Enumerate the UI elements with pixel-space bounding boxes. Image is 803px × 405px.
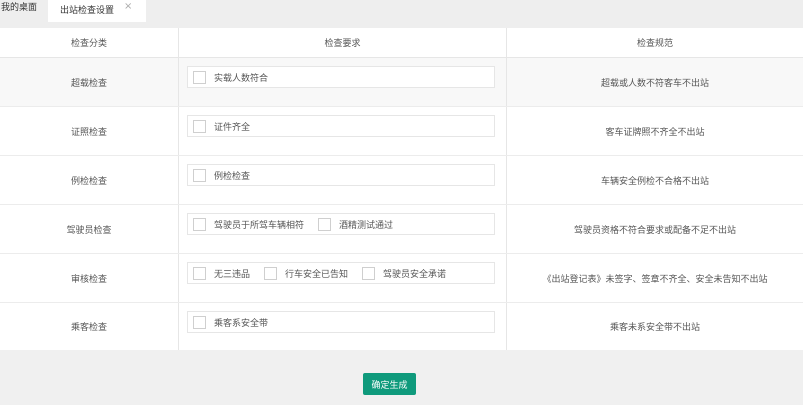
options-box: 实载人数符合 [187,66,495,88]
tab-outbound-check-settings[interactable]: 出站检查设置 × [48,0,146,22]
row-rule: 车辆安全例检不合格不出站 [600,176,709,187]
checkbox-label: 行车安全已告知 [285,269,349,280]
close-icon[interactable]: × [124,1,132,12]
header-requirements: 检查要求 [178,28,507,57]
confirm-generate-button[interactable]: 确定生成 [363,373,416,395]
options-box: 无三违品 行车安全已告知 驾驶员安全承诺 [187,262,495,284]
row-requirements: 乘客系安全带 [178,303,507,350]
checkbox-label: 酒精测试通过 [339,220,394,231]
options-box: 例检检查 [187,164,495,186]
row-category: 例检检查 [70,176,107,187]
checkbox[interactable] [362,266,376,280]
check-table: 检查分类 检查要求 检查规范 超载检查 实载人数符合 超载或人数不符客车不出站 … [0,28,803,350]
checkbox[interactable] [193,217,206,231]
row-category: 超载检查 [70,78,107,89]
checkbox-option[interactable]: 驾驶员于所驾车辆相符 [193,217,305,231]
tab-bar: 我的桌面 出站检查设置 × [0,0,803,28]
row-requirements: 实载人数符合 [178,58,507,106]
checkbox-option[interactable]: 例检检查 [193,168,251,182]
checkbox-label: 实载人数符合 [214,73,269,84]
row-rule: 超载或人数不符客车不出站 [600,78,709,89]
table-row: 驾驶员检查 驾驶员于所驾车辆相符 酒精测试通过 驾驶员资格不符合要求或配备不足不… [0,205,803,254]
checkbox[interactable] [193,119,206,133]
row-category: 审核检查 [70,274,107,285]
options-box: 乘客系安全带 [187,311,495,333]
tab-label: 出站检查设置 [60,6,115,16]
checkbox-label: 驾驶员于所驾车辆相符 [214,220,305,231]
checkbox-label: 证件齐全 [214,122,251,133]
row-requirements: 例检检查 [178,156,507,204]
table-row: 超载检查 实载人数符合 超载或人数不符客车不出站 [0,58,803,107]
row-rule: 客车证牌照不齐全不出站 [605,127,705,138]
checkbox[interactable] [193,266,206,280]
options-box: 驾驶员于所驾车辆相符 酒精测试通过 [187,213,495,235]
table-header: 检查分类 检查要求 检查规范 [0,28,803,58]
row-requirements: 证件齐全 [178,107,507,155]
header-category: 检查分类 [70,39,107,49]
checkbox[interactable] [193,70,206,84]
checkbox-option[interactable]: 无三违品 [193,266,251,280]
row-rule: 《出站登记表》未签字、签章不齐全、安全未告知不出站 [542,274,768,285]
tab-home[interactable]: 我的桌面 [0,0,37,18]
checkbox[interactable] [264,266,278,280]
checkbox-option[interactable]: 行车安全已告知 [264,266,349,280]
footer: 确定生成 [0,350,803,405]
checkbox-label: 例检检查 [214,171,251,182]
checkbox-label: 无三违品 [214,269,251,280]
checkbox-label: 乘客系安全带 [214,318,269,329]
header-rules: 检查规范 [636,39,673,49]
checkbox-label: 驾驶员安全承诺 [383,269,447,280]
table-row: 例检检查 例检检查 车辆安全例检不合格不出站 [0,156,803,205]
options-box: 证件齐全 [187,115,495,137]
checkbox[interactable] [318,217,332,231]
row-category: 驾驶员检查 [66,225,112,236]
checkbox-option[interactable]: 驾驶员安全承诺 [362,266,447,280]
row-category: 证照检查 [70,127,107,138]
row-rule: 乘客未系安全带不出站 [609,323,700,333]
row-rule: 驾驶员资格不符合要求或配备不足不出站 [573,225,736,236]
row-requirements: 无三违品 行车安全已告知 驾驶员安全承诺 [178,254,507,302]
checkbox[interactable] [193,315,206,329]
checkbox-option[interactable]: 证件齐全 [193,119,251,133]
checkbox-option[interactable]: 实载人数符合 [193,70,269,84]
checkbox[interactable] [193,168,206,182]
row-category: 乘客检查 [70,323,107,333]
checkbox-option[interactable]: 乘客系安全带 [193,315,269,329]
table-row: 乘客检查 乘客系安全带 乘客未系安全带不出站 [0,303,803,350]
row-requirements: 驾驶员于所驾车辆相符 酒精测试通过 [178,205,507,253]
table-row: 审核检查 无三违品 行车安全已告知 驾驶员安全承诺 《出站登记表》未签字、签章不… [0,254,803,303]
checkbox-option[interactable]: 酒精测试通过 [318,217,394,231]
table-row: 证照检查 证件齐全 客车证牌照不齐全不出站 [0,107,803,156]
